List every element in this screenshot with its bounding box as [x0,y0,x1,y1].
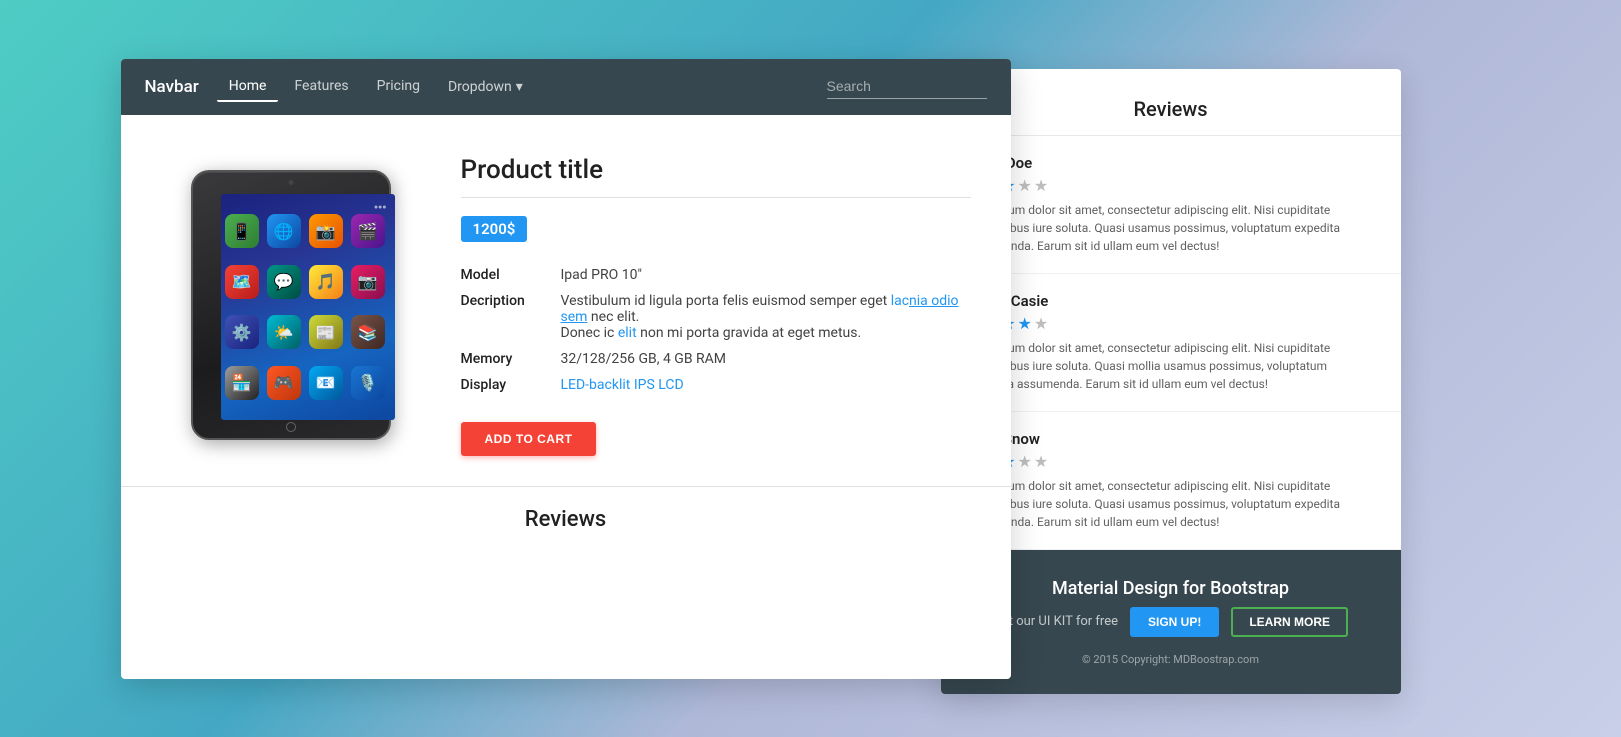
spec-value-memory: 32/128/256 GB, 4 GB RAM [561,346,971,372]
reviews-title: Reviews [161,507,971,532]
search-input[interactable] [827,74,987,99]
product-title: Product title [461,155,971,185]
spec-row-display: Display LED-backlit IPS LCD [461,372,971,398]
nav-link-home[interactable]: Home [217,72,279,102]
reviewer-name-1: John Doe [969,154,1373,172]
app-icon-3: 📸 [309,214,343,248]
reviewer-name-3: Kate Snow [969,430,1373,448]
page-wrapper: Navbar Home Features Pricing Dropdown ▾ [121,59,1501,699]
app-icon-14: 🎮 [267,366,301,400]
nav-link-features[interactable]: Features [282,72,360,102]
spec-label-model: Model [461,262,561,288]
product-info-col: Product title 1200$ Model Ipad PRO 10" D… [461,155,971,456]
ipad-screen-inner: ●●● 📱 🌐 📸 🎬 🗺️ 💬 🎵 📷 ⚙️ [221,194,395,420]
app-icon-16: 🎙️ [351,366,385,400]
stars-3: ★ ★ ★ ★ ★ [969,452,1373,471]
star-2-5: ★ [1034,314,1048,333]
app-icon-8: 📷 [351,265,385,299]
ipad-status-bar: ●●● [225,202,391,212]
nav-search-wrapper [827,74,987,99]
spec-label-display: Display [461,372,561,398]
spec-row-model: Model Ipad PRO 10" [461,262,971,288]
app-icon-15: 📧 [309,366,343,400]
ipad-screen: ●●● 📱 🌐 📸 🎬 🗺️ 💬 🎵 📷 ⚙️ [221,194,395,420]
spec-value-model: Ipad PRO 10" [561,262,971,288]
bg-footer-actions: Get our UI KIT for free SIGN UP! LEARN M… [969,607,1373,637]
product-divider [461,197,971,198]
app-icon-2: 🌐 [267,214,301,248]
spec-value-display: LED-backlit IPS LCD [561,372,971,398]
price-badge: 1200$ [461,216,528,242]
review-text-1: rem ipsum dolor sit amet, consectetur ad… [969,201,1373,255]
signup-button[interactable]: SIGN UP! [1130,607,1219,637]
star-1-5: ★ [1034,176,1048,195]
app-icon-12: 📚 [351,315,385,349]
app-icon-5: 🗺️ [225,265,259,299]
app-icon-10: 🌤️ [267,315,301,349]
app-icon-4: 🎬 [351,214,385,248]
app-icon-7: 🎵 [309,265,343,299]
star-3-4: ★ [1018,452,1032,471]
spec-row-description: Decription Vestibulum id ligula porta fe… [461,288,971,346]
spec-label-memory: Memory [461,346,561,372]
bg-footer-title: Material Design for Bootstrap [969,578,1373,599]
app-icon-9: ⚙️ [225,315,259,349]
product-specs: Model Ipad PRO 10" Decription Vestibulum… [461,262,971,398]
ipad-home-button [286,422,296,432]
product-section: ●●● 📱 🌐 📸 🎬 🗺️ 💬 🎵 📷 ⚙️ [121,115,1011,486]
bg-footer-copyright: © 2015 Copyright: MDBoostrap.com [969,653,1373,666]
app-icon-6: 💬 [267,265,301,299]
product-image-col: ●●● 📱 🌐 📸 🎬 🗺️ 💬 🎵 📷 ⚙️ [161,155,421,456]
spec-label-description: Decription [461,288,561,346]
ipad-body: ●●● 📱 🌐 📸 🎬 🗺️ 💬 🎵 📷 ⚙️ [191,170,391,440]
star-1-4: ★ [1018,176,1032,195]
star-2-4: ★ [1018,314,1032,333]
reviewer-name-2: Maria Casie [969,292,1373,310]
navbar-brand: Navbar [145,77,199,97]
nav-links: Home Features Pricing Dropdown ▾ [217,72,827,102]
navbar: Navbar Home Features Pricing Dropdown ▾ [121,59,1011,115]
stars-1: ★ ★ ★ ★ ★ [969,176,1373,195]
main-card: Navbar Home Features Pricing Dropdown ▾ [121,59,1011,679]
review-text-2: rem ipsum dolor sit amet, consectetur ad… [969,339,1373,393]
app-icon-11: 📰 [309,315,343,349]
chevron-down-icon: ▾ [516,79,523,95]
stars-2: ★ ★ ★ ★ ★ [969,314,1373,333]
nav-dropdown[interactable]: Dropdown ▾ [436,72,535,102]
spec-value-description: Vestibulum id ligula porta felis euismod… [561,288,971,346]
spec-row-memory: Memory 32/128/256 GB, 4 GB RAM [461,346,971,372]
learn-more-button[interactable]: LEARN MORE [1231,607,1348,637]
description-link-elit[interactable]: elit [618,325,637,341]
app-icon-13: 🏪 [225,366,259,400]
product-image: ●●● 📱 🌐 📸 🎬 🗺️ 💬 🎵 📷 ⚙️ [176,160,406,450]
bg-footer-cta-text: Get our UI KIT for free [993,614,1118,629]
star-3-5: ★ [1034,452,1048,471]
nav-link-pricing[interactable]: Pricing [365,72,432,102]
ipad-camera [288,180,293,185]
display-link[interactable]: LED-backlit IPS LCD [561,377,684,393]
add-to-cart-button[interactable]: ADD TO CART [461,422,597,456]
review-text-3: rem ipsum dolor sit amet, consectetur ad… [969,477,1373,531]
app-icon-1: 📱 [225,214,259,248]
reviews-section: Reviews [121,486,1011,542]
